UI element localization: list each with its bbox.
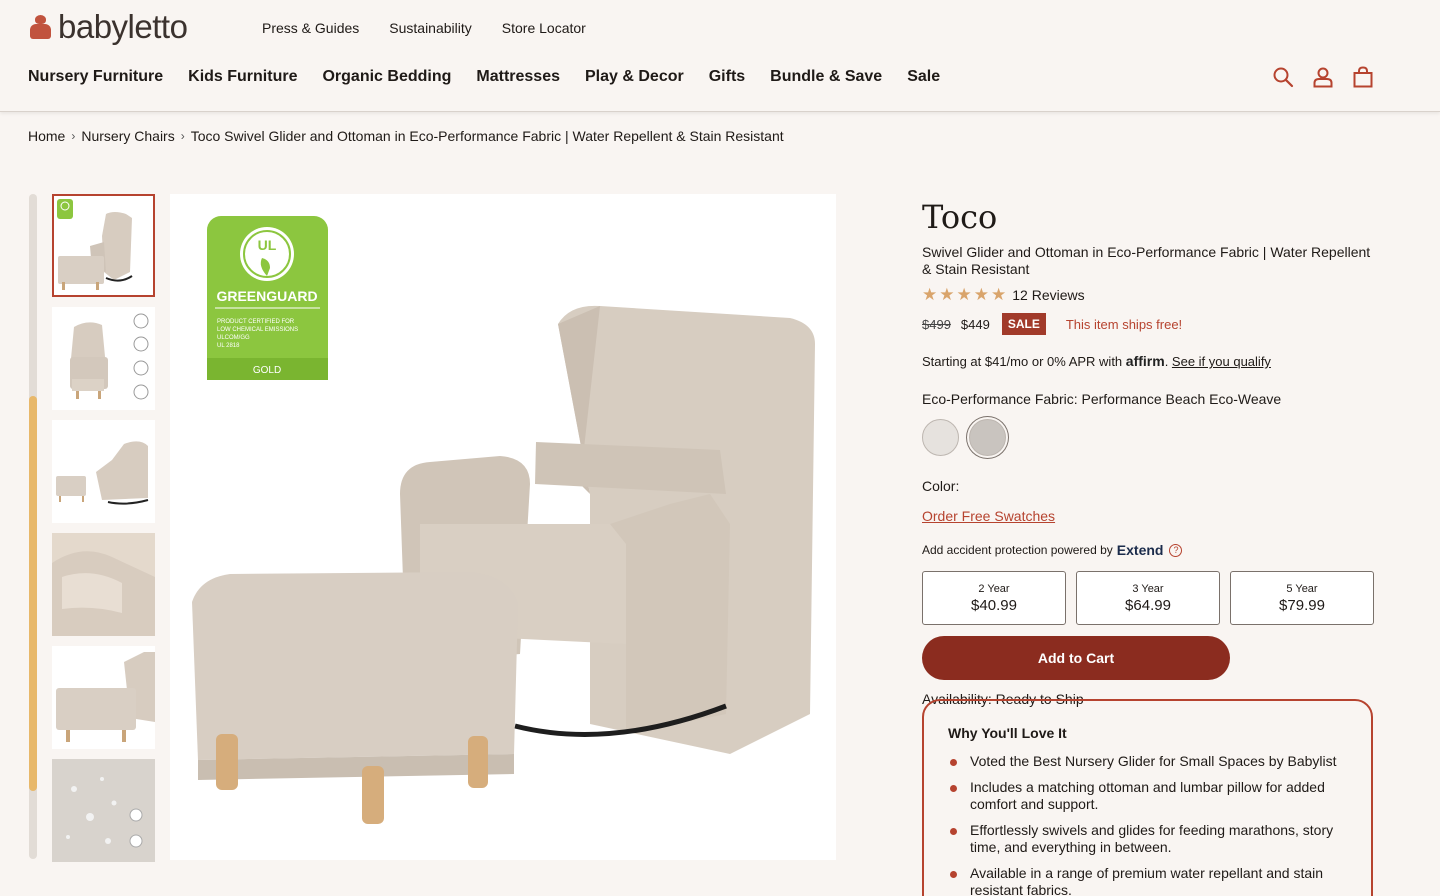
plan-3-year[interactable]: 3 Year $64.99 <box>1076 571 1220 625</box>
nav-organic-bedding[interactable]: Organic Bedding <box>322 68 451 86</box>
plan-5-year[interactable]: 5 Year $79.99 <box>1230 571 1374 625</box>
thumbnail-6[interactable] <box>52 759 155 862</box>
star-icon: ★ <box>973 285 989 304</box>
plan-2-year[interactable]: 2 Year $40.99 <box>922 571 1066 625</box>
list-item: Voted the Best Nursery Glider for Small … <box>948 753 1349 770</box>
thumbnail-scrollbar[interactable] <box>29 194 37 859</box>
brand-logo[interactable]: babyletto <box>28 8 188 46</box>
thumbnail-5[interactable] <box>52 646 155 749</box>
affirm-qualify-link[interactable]: See if you qualify <box>1172 354 1271 369</box>
account-icon[interactable] <box>1312 66 1334 88</box>
product-info: Toco Swivel Glider and Ottoman in Eco-Pe… <box>922 194 1374 707</box>
nav-kids-furniture[interactable]: Kids Furniture <box>188 68 297 86</box>
nav-gifts[interactable]: Gifts <box>709 68 745 86</box>
svg-text:PRODUCT CERTIFIED FOR: PRODUCT CERTIFIED FOR <box>217 319 295 325</box>
order-free-swatches-link[interactable]: Order Free Swatches <box>922 508 1055 524</box>
util-nav-press[interactable]: Press & Guides <box>262 20 359 36</box>
nav-bundle-save[interactable]: Bundle & Save <box>770 68 882 86</box>
search-icon[interactable] <box>1272 66 1294 88</box>
thumbnail-4[interactable] <box>52 533 155 636</box>
star-icon: ★ <box>956 285 972 304</box>
svg-text:UL 2818: UL 2818 <box>217 343 240 349</box>
why-youll-love-it: Why You'll Love It Voted the Best Nurser… <box>922 699 1373 896</box>
star-icon: ★ <box>939 285 955 304</box>
chevron-right-icon: › <box>71 129 76 143</box>
star-icon: ★ <box>922 285 938 304</box>
main-product-image[interactable]: UL GREENGUARD PRODUCT CERTIFIED FOR LOW … <box>170 194 836 860</box>
free-shipping-note: This item ships free! <box>1065 316 1183 332</box>
breadcrumb-nursery-chairs[interactable]: Nursery Chairs <box>81 128 174 144</box>
affirm-text: Starting at $41/mo or 0% APR with <box>922 354 1123 369</box>
add-to-cart-button[interactable]: Add to Cart <box>922 636 1230 680</box>
breadcrumb: Home › Nursery Chairs › Toco Swivel Glid… <box>28 128 784 144</box>
badge-level: GOLD <box>253 365 281 376</box>
thumbnail-1[interactable] <box>52 194 155 297</box>
greenguard-badge: UL GREENGUARD PRODUCT CERTIFIED FOR LOW … <box>207 216 328 380</box>
fabric-swatch-2[interactable] <box>969 419 1006 456</box>
fabric-swatch-1[interactable] <box>922 419 959 456</box>
why-love-list: Voted the Best Nursery Glider for Small … <box>948 753 1349 896</box>
svg-text:ULCOM/GG: ULCOM/GG <box>217 335 250 341</box>
star-rating: ★ ★ ★ ★ ★ <box>922 286 1006 303</box>
protection-plans: 2 Year $40.99 3 Year $64.99 5 Year $79.9… <box>922 571 1374 625</box>
sale-badge: SALE <box>1001 313 1046 335</box>
extend-logo: Extend <box>1116 542 1164 558</box>
util-nav-store-locator[interactable]: Store Locator <box>502 20 586 36</box>
why-love-title: Why You'll Love It <box>948 725 1067 741</box>
main-nav: Nursery Furniture Kids Furniture Organic… <box>28 68 940 86</box>
affirm-logo: affirm <box>1125 353 1165 369</box>
thumbnail-scrollbar-thumb[interactable] <box>29 396 37 791</box>
product-title: Toco <box>922 198 998 236</box>
color-label: Color: <box>922 478 960 494</box>
nav-play-decor[interactable]: Play & Decor <box>585 68 684 86</box>
header-icons <box>1272 66 1374 88</box>
fabric-label: Eco-Performance Fabric: Performance Beac… <box>922 391 1282 407</box>
thumbnail-2[interactable] <box>52 307 155 410</box>
fabric-swatches <box>922 419 1374 456</box>
breadcrumb-current: Toco Swivel Glider and Ottoman in Eco-Pe… <box>190 128 784 144</box>
sale-price: $449 <box>960 316 990 332</box>
product-rating[interactable]: ★ ★ ★ ★ ★ 12 Reviews <box>922 286 1374 303</box>
util-nav-sustainability[interactable]: Sustainability <box>389 20 472 36</box>
extend-protection: Add accident protection powered by Exten… <box>922 542 1374 558</box>
original-price: $499 <box>922 316 951 332</box>
thumbnail-3[interactable] <box>52 420 155 523</box>
badge-brand: UL <box>258 237 277 253</box>
list-item: Effortlessly swivels and glides for feed… <box>948 822 1349 856</box>
brand-name: babyletto <box>58 8 188 45</box>
affirm-financing: Starting at $41/mo or 0% APR with affirm… <box>922 353 1271 369</box>
nav-sale[interactable]: Sale <box>907 68 940 86</box>
nav-mattresses[interactable]: Mattresses <box>476 68 560 86</box>
list-item: Available in a range of premium water re… <box>948 865 1349 896</box>
bear-logo-icon <box>28 13 52 41</box>
utility-nav: Press & Guides Sustainability Store Loca… <box>262 20 586 36</box>
svg-text:LOW CHEMICAL EMISSIONS: LOW CHEMICAL EMISSIONS <box>217 327 298 333</box>
thumbnail-list <box>52 194 155 872</box>
glider-chair-illustration <box>192 305 815 824</box>
site-header: babyletto Press & Guides Sustainability … <box>0 0 1440 112</box>
review-count[interactable]: 12 Reviews <box>1012 287 1084 303</box>
badge-title: GREENGUARD <box>216 288 317 304</box>
cart-icon[interactable] <box>1352 66 1374 88</box>
chevron-right-icon: › <box>180 129 185 143</box>
price-row: $499 $449 SALE This item ships free! <box>922 313 1374 335</box>
star-icon: ★ <box>991 285 1007 304</box>
breadcrumb-home[interactable]: Home <box>28 128 65 144</box>
extend-text: Add accident protection powered by <box>922 543 1113 557</box>
list-item: Includes a matching ottoman and lumbar p… <box>948 779 1349 813</box>
nav-nursery-furniture[interactable]: Nursery Furniture <box>28 68 163 86</box>
help-icon[interactable]: ? <box>1169 543 1183 557</box>
product-subtitle: Swivel Glider and Ottoman in Eco-Perform… <box>922 244 1371 277</box>
